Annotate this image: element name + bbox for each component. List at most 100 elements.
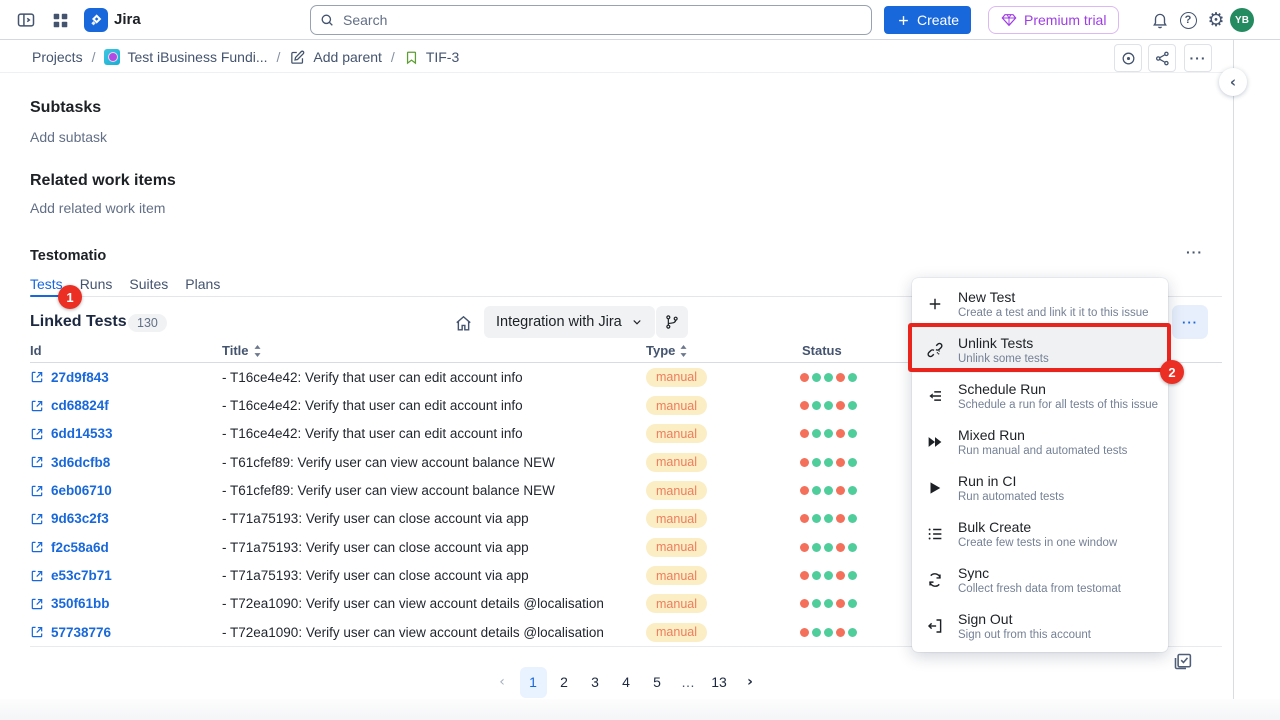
- breadcrumb-project-label: Test iBusiness Fundi...: [127, 49, 267, 65]
- share-button[interactable]: [1148, 44, 1176, 72]
- linked-tests-title: Linked Tests: [30, 313, 127, 331]
- pagination-page-4[interactable]: 4: [613, 667, 640, 698]
- menu-item-schedule-run[interactable]: Schedule RunSchedule a run for all tests…: [912, 373, 1168, 419]
- pagination-ellipsis: …: [675, 667, 702, 698]
- menu-item-title: Unlink Tests: [958, 335, 1049, 351]
- plus-icon: [912, 295, 958, 313]
- status-fail-dot: [800, 599, 809, 608]
- git-branch-icon: [664, 314, 680, 330]
- pagination-prev-button[interactable]: ‹: [489, 667, 516, 698]
- menu-item-title: Schedule Run: [958, 381, 1158, 397]
- tab-runs[interactable]: Runs: [80, 276, 113, 301]
- status-pass-dot: [812, 458, 821, 467]
- tab-suites[interactable]: Suites: [129, 276, 168, 301]
- pagination-page-5[interactable]: 5: [644, 667, 671, 698]
- app-grid-icon: [52, 12, 69, 29]
- sidebar-toggle-button[interactable]: [12, 6, 40, 34]
- breadcrumb-issue[interactable]: TIF-3: [404, 49, 459, 65]
- annotation-step-2: 2: [1160, 360, 1184, 384]
- tab-plans[interactable]: Plans: [185, 276, 220, 301]
- add-subtask-link[interactable]: Add subtask: [30, 129, 107, 145]
- test-status-dots: [800, 486, 857, 495]
- pagination-page-3[interactable]: 3: [582, 667, 609, 698]
- search-icon: [319, 12, 335, 28]
- user-avatar[interactable]: YB: [1230, 8, 1254, 32]
- test-title: - T61cfef89: Verify user can view accoun…: [222, 455, 555, 470]
- status-fail-dot: [836, 373, 845, 382]
- test-id-link[interactable]: cd68824f: [30, 398, 109, 413]
- premium-trial-button[interactable]: Premium trial: [988, 6, 1119, 34]
- menu-item-title: Bulk Create: [958, 519, 1117, 535]
- collapse-panel-button[interactable]: ‹: [1219, 68, 1247, 96]
- gear-icon: ⚙: [1207, 11, 1224, 30]
- bell-icon: [1151, 11, 1169, 29]
- status-pass-dot: [848, 599, 857, 608]
- test-id-link[interactable]: 57738776: [30, 625, 111, 640]
- annotation-step-1: 1: [58, 285, 82, 309]
- menu-item-new-test[interactable]: New TestCreate a test and link it it to …: [912, 281, 1168, 327]
- status-pass-dot: [812, 514, 821, 523]
- external-link-icon: [30, 484, 44, 498]
- search-input[interactable]: [310, 5, 872, 35]
- status-pass-dot: [848, 429, 857, 438]
- test-id-link[interactable]: 6eb06710: [30, 483, 112, 498]
- pagination-page-2[interactable]: 2: [551, 667, 578, 698]
- menu-item-bulk-create[interactable]: Bulk CreateCreate few tests in one windo…: [912, 511, 1168, 557]
- status-fail-dot: [836, 571, 845, 580]
- issue-more-actions-button[interactable]: ···: [1184, 44, 1212, 72]
- test-id-link[interactable]: 350f61bb: [30, 596, 110, 611]
- jira-logo[interactable]: [84, 8, 108, 32]
- test-id-link[interactable]: 6dd14533: [30, 426, 113, 441]
- branch-selector-button[interactable]: [656, 306, 688, 338]
- status-pass-dot: [848, 486, 857, 495]
- home-button[interactable]: [454, 310, 480, 336]
- pagination-page-1[interactable]: 1: [520, 667, 547, 698]
- bulk-select-button[interactable]: [1172, 648, 1198, 674]
- tests-more-actions-button[interactable]: ···: [1172, 305, 1208, 339]
- status-pass-dot: [848, 543, 857, 552]
- menu-item-sign-out[interactable]: Sign OutSign out from this account: [912, 603, 1168, 649]
- sign-out-icon: [912, 617, 958, 635]
- breadcrumb-projects-label: Projects: [32, 49, 83, 65]
- chevron-left-icon: ‹: [1230, 73, 1236, 91]
- add-related-item-link[interactable]: Add related work item: [30, 200, 165, 216]
- status-fail-dot: [836, 458, 845, 467]
- watch-button[interactable]: [1114, 44, 1142, 72]
- test-type-badge: manual: [646, 566, 707, 585]
- test-id-link[interactable]: 3d6dcfb8: [30, 455, 110, 470]
- breadcrumb-project[interactable]: Test iBusiness Fundi...: [104, 49, 267, 65]
- help-button[interactable]: ?: [1174, 6, 1202, 34]
- status-pass-dot: [812, 401, 821, 410]
- menu-item-mixed-run[interactable]: Mixed RunRun manual and automated tests: [912, 419, 1168, 465]
- breadcrumb-add-parent[interactable]: Add parent: [289, 49, 382, 66]
- testomatio-more-button[interactable]: ···: [1186, 244, 1203, 260]
- pagination-page-13[interactable]: 13: [706, 667, 733, 698]
- create-button[interactable]: Create: [884, 6, 971, 34]
- test-id-link[interactable]: 27d9f843: [30, 370, 109, 385]
- notifications-button[interactable]: [1146, 6, 1174, 34]
- pagination-next-button[interactable]: ›: [737, 667, 764, 698]
- project-selector-label: Integration with Jira: [496, 314, 622, 330]
- menu-item-run-in-ci[interactable]: Run in CIRun automated tests: [912, 465, 1168, 511]
- menu-item-sync[interactable]: SyncCollect fresh data from testomat: [912, 557, 1168, 603]
- jira-issue-screen: Jira Create Premium trial ?: [0, 0, 1280, 720]
- status-fail-dot: [836, 401, 845, 410]
- app-switcher-button[interactable]: [46, 6, 74, 34]
- menu-item-unlink-tests[interactable]: Unlink TestsUnlink some tests: [912, 327, 1168, 373]
- column-header-id[interactable]: Id: [30, 343, 42, 358]
- test-id-link[interactable]: e53c7b71: [30, 568, 112, 583]
- sort-icon: [253, 345, 262, 357]
- settings-button[interactable]: ⚙: [1202, 6, 1230, 34]
- column-header-type[interactable]: Type: [646, 343, 688, 358]
- premium-diamond-icon: [1001, 12, 1017, 28]
- column-header-title[interactable]: Title: [222, 343, 262, 358]
- more-horizontal-icon: ···: [1186, 244, 1203, 260]
- test-title: - T16ce4e42: Verify that user can edit a…: [222, 370, 523, 385]
- project-selector-dropdown[interactable]: Integration with Jira: [484, 306, 655, 338]
- content-divider: [0, 72, 1233, 73]
- column-header-status: Status: [802, 343, 842, 358]
- status-pass-dot: [824, 571, 833, 580]
- breadcrumb-projects[interactable]: Projects: [32, 49, 83, 65]
- test-id-link[interactable]: 9d63c2f3: [30, 511, 109, 526]
- test-id-link[interactable]: f2c58a6d: [30, 540, 109, 555]
